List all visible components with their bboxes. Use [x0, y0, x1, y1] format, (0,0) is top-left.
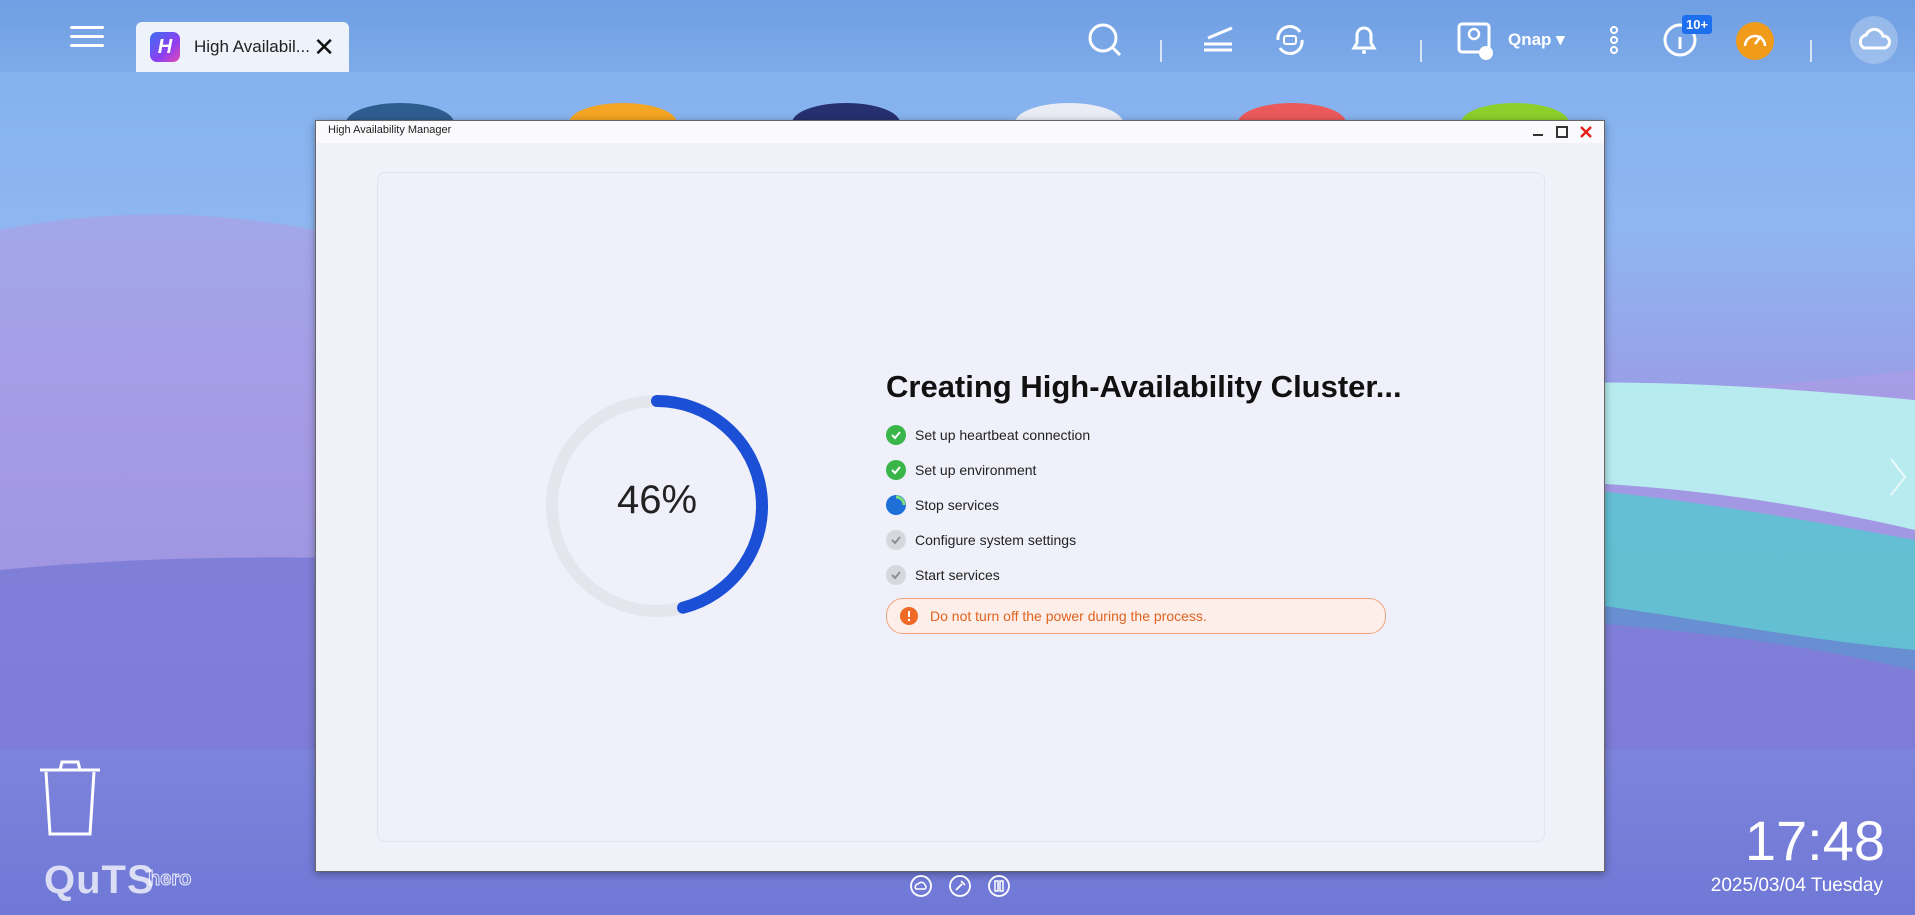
step-label: Set up heartbeat connection: [915, 426, 1091, 443]
warning-icon: [900, 607, 918, 625]
check-icon: [886, 459, 906, 480]
quts-logo-sub: hero: [147, 868, 192, 891]
close-icon[interactable]: [1578, 124, 1594, 140]
step-item: Start services: [886, 557, 1090, 592]
notification-badge: 10+: [1682, 15, 1713, 34]
desktop-clock: 17:48: [1744, 809, 1885, 872]
desktop-date: 2025/03/04 Tuesday: [1710, 875, 1883, 896]
window-titlebar[interactable]: High Availability Manager: [316, 121, 1604, 143]
trash-icon[interactable]: [36, 758, 104, 838]
tab-label: High Availabil...: [194, 37, 310, 56]
toolbar-divider: [1420, 40, 1422, 62]
step-item: Configure system settings: [886, 522, 1090, 557]
taskbar: H High Availabil... ✕ Qnap ▾ 10+: [0, 0, 1915, 72]
tab-close-icon[interactable]: ✕: [313, 32, 335, 63]
progress-panel: 46% Creating High-Availability Cluster..…: [377, 172, 1545, 842]
check-icon: [886, 424, 906, 445]
menu-bar-line: [70, 44, 104, 47]
warning-banner: Do not turn off the power during the pro…: [886, 598, 1386, 634]
background-task-icon[interactable]: [1198, 20, 1238, 60]
cloud-icon[interactable]: [1850, 16, 1898, 64]
search-icon[interactable]: [1085, 20, 1125, 60]
dock-tools-icon[interactable]: [948, 874, 972, 898]
main-menu-button[interactable]: [70, 20, 104, 56]
warning-text: Do not turn off the power during the pro…: [930, 608, 1207, 624]
step-item: Set up environment: [886, 452, 1090, 487]
step-item: Stop services: [886, 487, 1090, 522]
in-progress-icon: [886, 494, 906, 515]
pending-check-icon: [886, 564, 906, 585]
pending-check-icon: [886, 529, 906, 550]
menu-bar-line: [70, 26, 104, 29]
user-menu[interactable]: Qnap ▾: [1508, 30, 1565, 50]
step-label: Start services: [915, 566, 1000, 583]
toolbar-divider: [1160, 40, 1162, 62]
more-options-icon[interactable]: [1596, 20, 1636, 60]
sync-icon[interactable]: [1270, 20, 1310, 60]
minimize-icon[interactable]: [1530, 124, 1546, 140]
notification-bell-icon[interactable]: [1344, 20, 1384, 60]
step-label: Configure system settings: [915, 531, 1077, 548]
dock-dashboard-icon[interactable]: [987, 874, 1011, 898]
step-label: Set up environment: [915, 461, 1037, 478]
window-title: High Availability Manager: [328, 124, 452, 136]
tab-high-availability[interactable]: H High Availabil... ✕: [136, 22, 349, 72]
step-list: Set up heartbeat connection Set up envir…: [886, 417, 1090, 592]
menu-bar-line: [70, 35, 104, 38]
progress-percent: 46%: [616, 478, 698, 522]
progress-heading: Creating High-Availability Cluster...: [886, 369, 1402, 404]
toolbar-divider: [1810, 40, 1812, 62]
quts-logo: QuTS: [44, 858, 155, 902]
dashboard-gauge-icon[interactable]: [1736, 22, 1774, 60]
dock-cloud-icon[interactable]: [909, 874, 933, 898]
chevron-right-icon[interactable]: [1887, 455, 1909, 499]
maximize-icon[interactable]: [1554, 124, 1570, 140]
step-item: Set up heartbeat connection: [886, 417, 1090, 452]
ha-manager-icon: H: [150, 32, 180, 62]
ha-manager-window: High Availability Manager 46% Creating H…: [315, 120, 1605, 872]
user-icon[interactable]: [1455, 20, 1495, 60]
step-label: Stop services: [915, 496, 1000, 513]
